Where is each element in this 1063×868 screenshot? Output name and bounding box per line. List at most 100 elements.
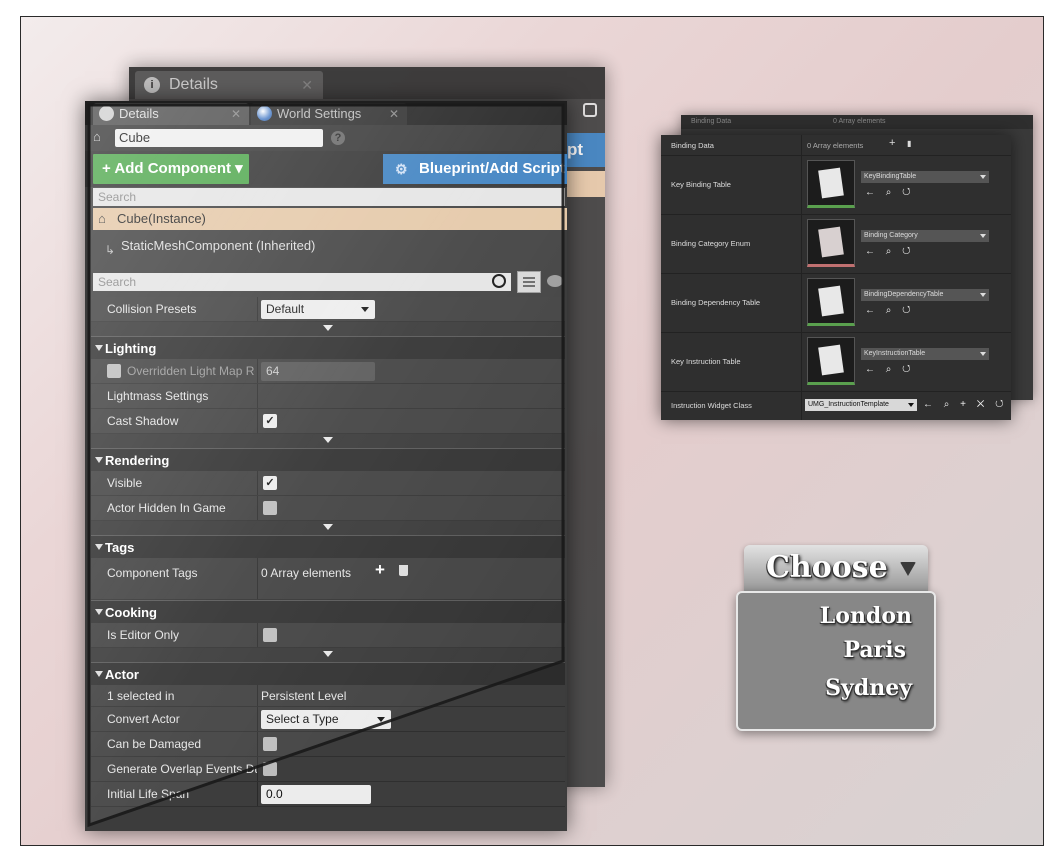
binding-row: Key Binding Table KeyBindingTable ← ⌕ ↺ <box>661 155 1011 215</box>
binding-header-value: 0 Array elements <box>807 141 864 150</box>
asset-name: KeyInstructionTable <box>864 350 926 357</box>
asset-thumbnail[interactable] <box>807 219 855 267</box>
can-be-damaged-checkbox[interactable] <box>263 737 277 751</box>
asset-thumbnail[interactable] <box>807 337 855 385</box>
asset-actions-icons[interactable]: ← ⌕ ↺ <box>865 188 915 198</box>
property-label: Initial Life Span <box>107 787 190 801</box>
property-row-lightmass-settings[interactable]: Lightmass Settings <box>91 384 565 409</box>
editor-only-checkbox[interactable] <box>263 628 277 642</box>
search-icon <box>492 274 506 288</box>
add-component-button[interactable]: + Add Component ▾ <box>93 154 249 184</box>
convert-actor-combo[interactable]: Select a Type <box>261 710 391 729</box>
level-name: Persistent Level <box>261 689 347 703</box>
column-divider <box>257 359 258 383</box>
category-rendering[interactable]: Rendering <box>91 448 565 471</box>
binding-back-header: Binding Data 0 Array elements <box>681 115 1033 129</box>
trash-icon[interactable] <box>399 565 408 576</box>
category-tags[interactable]: Tags <box>91 535 565 558</box>
eye-icon[interactable] <box>547 275 563 287</box>
advanced-expand-arrow[interactable] <box>91 648 565 662</box>
column-divider <box>801 332 802 391</box>
binding-row-label: Key Binding Table <box>671 180 731 189</box>
asset-picker-combo[interactable]: KeyInstructionTable <box>861 348 989 360</box>
chevron-down-icon <box>980 175 986 179</box>
widget-class-combo[interactable]: UMG_InstructionTemplate <box>805 399 917 411</box>
category-actor[interactable]: Actor <box>91 662 565 685</box>
chevron-down-icon <box>980 352 986 356</box>
collision-presets-combo[interactable]: Default <box>261 300 375 319</box>
blueprint-add-script-button[interactable]: ⚙ Blueprint/Add Script <box>383 154 567 184</box>
advanced-expand-arrow[interactable] <box>91 322 565 336</box>
component-tree-item-selected[interactable]: ⌂ Cube(Instance) <box>93 208 567 230</box>
property-label: Cast Shadow <box>107 414 179 428</box>
property-label: Lightmass Settings <box>107 389 209 403</box>
asset-actions-icons[interactable]: ← ⌕ ↺ <box>865 365 915 375</box>
column-divider <box>801 214 802 273</box>
initial-life-span-input[interactable]: 0.0 <box>261 785 371 804</box>
property-label: Collision Presets <box>107 302 197 316</box>
overlap-events-checkbox[interactable] <box>263 762 277 776</box>
close-icon[interactable]: ✕ <box>231 103 241 125</box>
property-label: Overridden Light Map Re <box>127 364 255 378</box>
asset-thumbnail[interactable] <box>807 278 855 326</box>
tab-world-settings-label: World Settings <box>277 106 362 121</box>
choose-dropdown[interactable]: Choose <box>744 545 928 591</box>
advanced-expand-arrow[interactable] <box>91 521 565 535</box>
tab-world-settings[interactable]: World Settings ✕ <box>251 103 407 125</box>
asset-thumbnail[interactable] <box>807 160 855 208</box>
property-matrix-button[interactable] <box>517 271 541 293</box>
chevron-down-icon <box>908 403 914 407</box>
dropdown-option-paris[interactable]: Paris <box>843 637 906 663</box>
binding-back-header-value: 0 Array elements <box>833 118 886 125</box>
column-divider <box>801 155 802 214</box>
dropdown-option-sydney[interactable]: Sydney <box>825 675 912 701</box>
close-icon[interactable]: ✕ <box>389 103 399 125</box>
trash-icon[interactable]: ▮ <box>907 139 911 148</box>
help-icon[interactable]: ? <box>331 131 345 145</box>
visible-checkbox[interactable]: ✓ <box>263 476 277 490</box>
tab-details[interactable]: Details ✕ <box>93 103 249 125</box>
actor-name-input[interactable]: Cube <box>115 129 323 147</box>
binding-row-label: Binding Category Enum <box>671 239 751 248</box>
asset-actions-icons[interactable]: ← ⌕ ↺ <box>865 247 915 257</box>
background-details-tab[interactable]: i Details ✕ <box>135 71 323 99</box>
tab-details-label: Details <box>119 106 159 121</box>
dropdown-option-london[interactable]: London <box>820 603 912 629</box>
background-blueprint-button[interactable]: pt <box>561 133 605 167</box>
component-tree-label: StaticMeshComponent (Inherited) <box>121 238 316 253</box>
property-label: 1 selected in <box>107 689 175 703</box>
binding-row-widget-class: Instruction Widget Class UMG_Instruction… <box>661 391 1011 420</box>
binding-row-label: Binding Dependency Table <box>671 298 761 307</box>
asset-picker-combo[interactable]: Binding Category <box>861 230 989 242</box>
static-mesh-icon: ↳ <box>105 243 116 257</box>
close-icon[interactable]: ✕ <box>301 71 313 99</box>
component-tree-label: Cube(Instance) <box>117 211 206 226</box>
component-search-input[interactable]: Search <box>93 188 565 206</box>
overridden-light-map-checkbox[interactable] <box>107 364 121 378</box>
actor-hidden-checkbox[interactable] <box>263 501 277 515</box>
asset-picker-combo[interactable]: KeyBindingTable <box>861 171 989 183</box>
details-search-placeholder: Search <box>98 275 137 289</box>
category-cooking[interactable]: Cooking <box>91 600 565 623</box>
add-element-icon[interactable]: + <box>889 137 895 149</box>
component-tree-item[interactable]: ↳ StaticMeshComponent (Inherited) <box>93 235 567 257</box>
property-label: Convert Actor <box>107 712 180 726</box>
lock-icon[interactable] <box>583 103 597 117</box>
advanced-expand-arrow[interactable] <box>91 434 565 448</box>
add-element-icon[interactable]: + <box>375 561 385 579</box>
property-row-actor-hidden: Actor Hidden In Game <box>91 496 565 521</box>
data-table-icon <box>818 344 844 376</box>
class-actions-icons[interactable]: ← ⌕ + ✕ ↺ <box>923 400 1008 410</box>
binding-data-panel: Binding Data 0 Array elements + ▮ Key Bi… <box>661 135 1011 420</box>
property-row-editor-only: Is Editor Only <box>91 623 565 648</box>
cast-shadow-checkbox[interactable]: ✓ <box>263 414 277 428</box>
array-count: 0 Array elements <box>261 566 352 580</box>
light-map-resolution-input[interactable]: 64 <box>261 362 375 381</box>
data-table-icon <box>818 285 844 317</box>
binding-row: Binding Dependency Table BindingDependen… <box>661 273 1011 333</box>
details-search-input[interactable]: Search <box>93 273 511 291</box>
column-divider <box>257 623 258 647</box>
category-lighting[interactable]: Lighting <box>91 336 565 359</box>
asset-picker-combo[interactable]: BindingDependencyTable <box>861 289 989 301</box>
asset-actions-icons[interactable]: ← ⌕ ↺ <box>865 306 915 316</box>
